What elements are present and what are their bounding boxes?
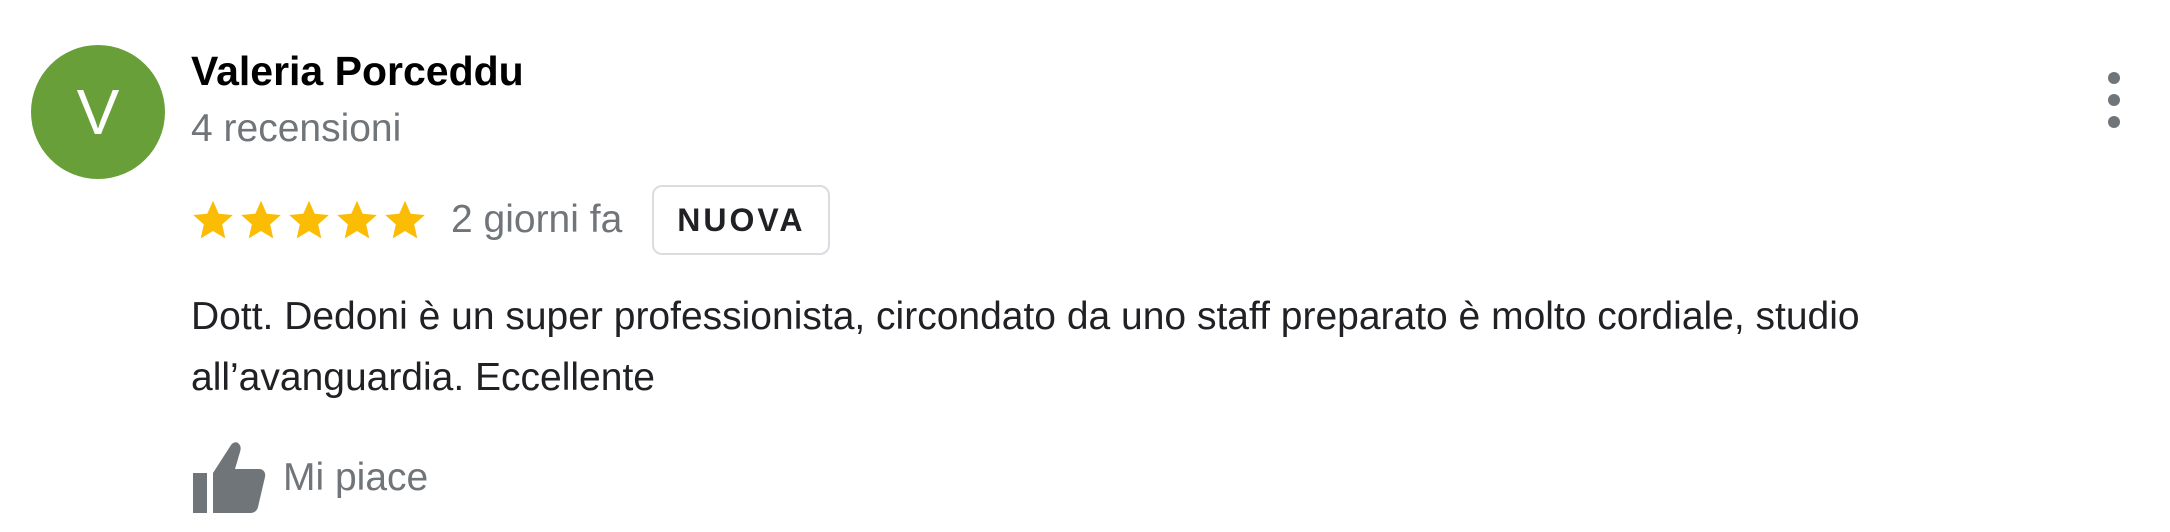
new-badge: NUOVA (652, 185, 831, 255)
star-icon (337, 200, 377, 239)
star-rating (191, 198, 427, 242)
more-vert-icon-dot (2108, 116, 2120, 128)
like-button[interactable]: Mi piace (191, 440, 428, 516)
star-icon (241, 200, 281, 239)
like-label: Mi piace (283, 456, 429, 499)
star-icon (385, 200, 425, 239)
star-icon (193, 200, 233, 239)
avatar-initial: V (76, 76, 120, 148)
review-card: V Valeria Porceddu 4 recensioni 2 giorni… (0, 0, 2170, 532)
review-count[interactable]: 4 recensioni (191, 104, 401, 154)
author-name[interactable]: Valeria Porceddu (191, 46, 524, 96)
review-text-line: Dott. Dedoni è un super professionista, … (191, 295, 1860, 338)
more-vert-icon-dot (2108, 72, 2120, 84)
more-options-button[interactable] (2100, 72, 2128, 128)
rating-row: 2 giorni fa NUOVA (191, 182, 831, 258)
avatar[interactable]: V (31, 45, 165, 179)
star-icon (289, 200, 329, 239)
review-date: 2 giorni fa (451, 198, 623, 241)
thumb-up-icon (193, 442, 266, 513)
review-text: Dott. Dedoni è un super professionista, … (191, 286, 2111, 408)
more-vert-icon-dot (2108, 94, 2120, 106)
review-text-line: all’avanguardia. Eccellente (191, 356, 655, 399)
